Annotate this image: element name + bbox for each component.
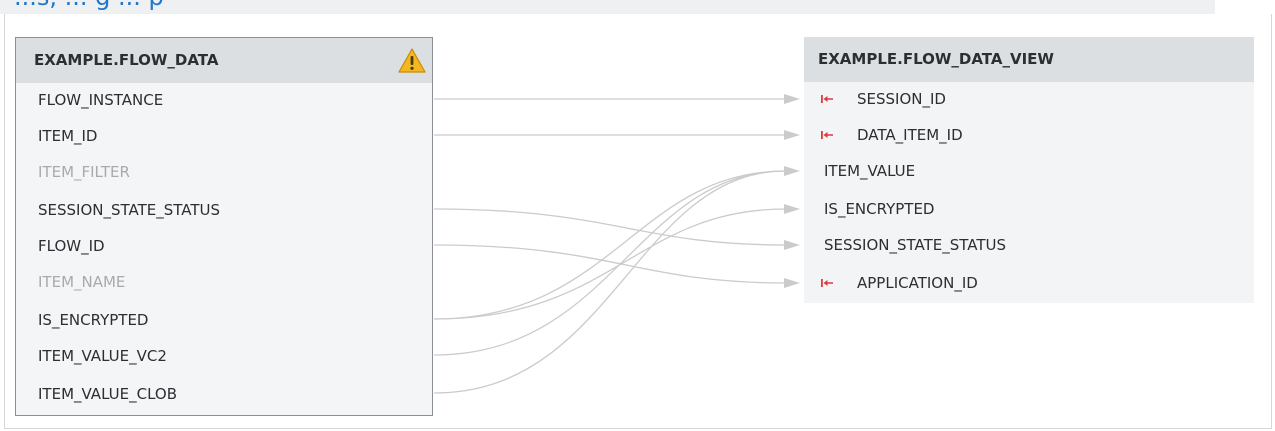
source-column-row[interactable]: ITEM_VALUE_CLOB bbox=[38, 384, 177, 404]
arrowhead bbox=[784, 94, 800, 104]
target-column-row[interactable]: SESSION_ID bbox=[857, 89, 946, 109]
arrowhead bbox=[784, 130, 800, 140]
target-column-row[interactable]: ITEM_VALUE bbox=[824, 161, 915, 181]
source-table-title: EXAMPLE.FLOW_DATA bbox=[34, 51, 219, 69]
source-table[interactable]: EXAMPLE.FLOW_DATA FLOW_INSTANCE ITEM_ID IT… bbox=[15, 37, 433, 416]
target-column-row[interactable]: DATA_ITEM_ID bbox=[857, 125, 963, 145]
arrowhead bbox=[784, 166, 800, 176]
target-column-row[interactable]: SESSION_STATE_STATUS bbox=[824, 235, 1006, 255]
mapping-link bbox=[433, 170, 787, 356]
source-column-row[interactable]: ITEM_ID bbox=[38, 126, 97, 146]
warning-icon[interactable] bbox=[397, 47, 427, 74]
source-column-row[interactable]: IS_ENCRYPTED bbox=[38, 310, 148, 330]
mapping-link bbox=[433, 170, 787, 394]
mapping-link bbox=[433, 244, 787, 284]
key-icon bbox=[821, 131, 833, 139]
target-table[interactable]: EXAMPLE.FLOW_DATA_VIEW SESSION_ID DATA_IT… bbox=[804, 37, 1254, 303]
source-column-row[interactable]: FLOW_INSTANCE bbox=[38, 90, 163, 110]
arrowhead bbox=[784, 278, 800, 288]
source-column-row[interactable]: ITEM_NAME bbox=[38, 272, 125, 292]
key-icon bbox=[821, 279, 833, 287]
source-column-row[interactable]: SESSION_STATE_STATUS bbox=[38, 200, 220, 220]
key-icon bbox=[821, 95, 833, 103]
arrowhead bbox=[784, 204, 800, 214]
source-column-row[interactable]: ITEM_VALUE_VC2 bbox=[38, 346, 167, 366]
target-table-title: EXAMPLE.FLOW_DATA_VIEW bbox=[818, 50, 1054, 68]
source-column-row[interactable]: FLOW_ID bbox=[38, 236, 105, 256]
mapping-link bbox=[433, 170, 787, 320]
target-table-header[interactable]: EXAMPLE.FLOW_DATA_VIEW bbox=[804, 37, 1254, 82]
source-column-row[interactable]: ITEM_FILTER bbox=[38, 162, 130, 182]
target-column-row[interactable]: IS_ENCRYPTED bbox=[824, 199, 934, 219]
source-table-header[interactable]: EXAMPLE.FLOW_DATA bbox=[16, 38, 432, 83]
target-column-row[interactable]: APPLICATION_ID bbox=[857, 273, 978, 293]
arrowhead bbox=[784, 240, 800, 250]
